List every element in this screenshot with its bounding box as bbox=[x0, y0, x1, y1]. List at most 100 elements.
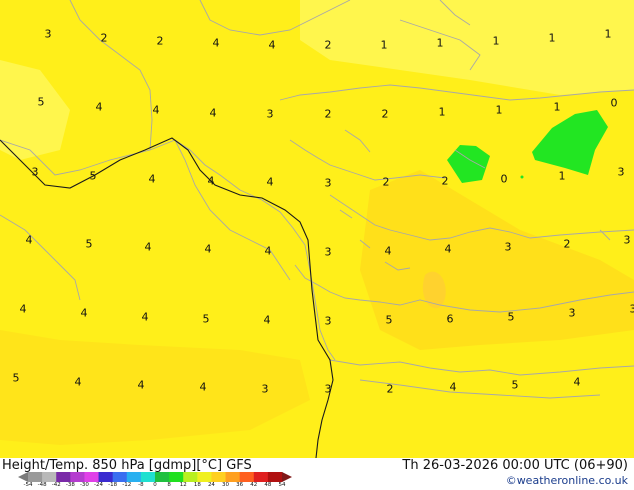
map-value-label: 6 bbox=[446, 312, 454, 326]
valid-time: Th 26-03-2026 00:00 UTC (06+90) bbox=[402, 458, 628, 473]
scale-tick-label: 30 bbox=[222, 482, 230, 488]
color-scale: -54 -48 -42 -38 -30 -24 -18 -12 -8 0 8 12 18 24 30 36 42… bbox=[18, 472, 292, 490]
map-value-label: 2 bbox=[382, 175, 390, 189]
scale-swatch bbox=[225, 472, 241, 482]
map-value-label: 3 bbox=[266, 107, 274, 121]
green-dot bbox=[520, 175, 524, 179]
map-value-label: 3 bbox=[617, 165, 625, 179]
scale-arrow-left bbox=[18, 472, 28, 482]
map-layers bbox=[0, 0, 634, 458]
scale-tick-label: -24 bbox=[94, 482, 104, 488]
scale-tick-label: -48 bbox=[37, 482, 47, 488]
scale-swatch bbox=[112, 472, 128, 482]
scale-swatch bbox=[239, 472, 255, 482]
map-value-label: 1 bbox=[438, 105, 446, 119]
map-value-label: 1 bbox=[380, 38, 388, 52]
field-light-west bbox=[0, 60, 70, 160]
scale-arrow-right bbox=[282, 472, 292, 482]
scale-tick-label: 8 bbox=[167, 482, 171, 488]
map-value-label: 4 bbox=[80, 306, 88, 320]
map-value-label: 4 bbox=[95, 100, 103, 114]
map-value-label: 1 bbox=[604, 27, 612, 41]
scale-swatch bbox=[28, 472, 43, 482]
map-value-label: 0 bbox=[610, 96, 618, 110]
map-value-label: 3 bbox=[629, 302, 634, 316]
map-value-label: 5 bbox=[507, 310, 515, 324]
map-value-label: 4 bbox=[148, 172, 156, 186]
scale-swatch bbox=[197, 472, 212, 482]
scale-swatch bbox=[98, 472, 114, 482]
map-value-label: 4 bbox=[449, 380, 457, 394]
map-value-label: 3 bbox=[44, 27, 52, 41]
map-value-label: 3 bbox=[568, 306, 576, 320]
scale-swatch bbox=[126, 472, 142, 482]
map-value-label: 2 bbox=[563, 237, 571, 251]
map-value-label: 3 bbox=[623, 233, 631, 247]
credit-link[interactable]: ©weatheronline.co.uk bbox=[506, 474, 628, 487]
scale-tick-label: 48 bbox=[264, 482, 272, 488]
scale-tick-label: 54 bbox=[278, 482, 286, 488]
map-value-label: 3 bbox=[324, 245, 332, 259]
map-value-label: 4 bbox=[137, 378, 145, 392]
scale-tick-label: 42 bbox=[250, 482, 258, 488]
scale-tick-label: -12 bbox=[122, 482, 132, 488]
map-value-label: 4 bbox=[268, 38, 276, 52]
map-value-label: 1 bbox=[553, 100, 561, 114]
map-value-label: 2 bbox=[100, 31, 108, 45]
map-value-label: 5 bbox=[385, 313, 393, 327]
scale-tick-label: 18 bbox=[193, 482, 201, 488]
map-value-label: 1 bbox=[436, 36, 444, 50]
scale-tick-label: -8 bbox=[138, 482, 144, 488]
map-value-label: 2 bbox=[324, 38, 332, 52]
map-value-label: 5 bbox=[89, 169, 97, 183]
map-value-label: 2 bbox=[386, 382, 394, 396]
map-value-label: 4 bbox=[207, 174, 215, 188]
weather-map: 3 2 2 4 4 2 1 1 1 1 1 5 4 4 4 3 2 2 1 1 1 0 3 5 4 4 4 3 2 2 0 1 3 4 5 4 4 4 3 4… bbox=[0, 0, 634, 458]
map-value-label: 3 bbox=[504, 240, 512, 254]
map-value-label: 3 bbox=[324, 314, 332, 328]
scale-tick-label: 24 bbox=[207, 482, 215, 488]
map-value-label: 5 bbox=[511, 378, 519, 392]
green-patch-east bbox=[532, 110, 608, 175]
map-value-label: 2 bbox=[381, 107, 389, 121]
scale-tick-label: 12 bbox=[179, 482, 187, 488]
map-value-label: 4 bbox=[266, 175, 274, 189]
scale-tick-label: -38 bbox=[65, 482, 75, 488]
map-value-label: 3 bbox=[261, 382, 269, 396]
map-value-label: 1 bbox=[492, 34, 500, 48]
map-value-label: 3 bbox=[31, 165, 39, 179]
scale-swatch bbox=[140, 472, 156, 482]
map-value-label: 3 bbox=[324, 176, 332, 190]
scale-swatch bbox=[267, 472, 283, 482]
field-light-north bbox=[300, 0, 634, 95]
map-value-label: 1 bbox=[548, 31, 556, 45]
scale-swatch bbox=[253, 472, 269, 482]
color-scale-bar bbox=[18, 472, 292, 482]
map-value-label: 5 bbox=[12, 371, 20, 385]
color-scale-ticks: -54 -48 -42 -38 -30 -24 -18 -12 -8 0 8 12 18 24 30 36 42… bbox=[18, 482, 292, 490]
map-value-label: 4 bbox=[573, 375, 581, 389]
map-value-label: 0 bbox=[500, 172, 508, 186]
map-value-label: 4 bbox=[199, 380, 207, 394]
map-value-label: 5 bbox=[85, 237, 93, 251]
scale-swatch bbox=[56, 472, 71, 482]
scale-tick-label: -54 bbox=[23, 482, 33, 488]
scale-tick-label: 36 bbox=[236, 482, 244, 488]
map-value-label: 2 bbox=[156, 34, 164, 48]
map-value-label: 2 bbox=[441, 174, 449, 188]
field-dark-south bbox=[360, 170, 634, 350]
map-value-label: 2 bbox=[324, 107, 332, 121]
scale-tick-label: -30 bbox=[79, 482, 89, 488]
map-value-label: 4 bbox=[19, 302, 27, 316]
scale-swatch bbox=[42, 472, 57, 482]
scale-swatch bbox=[155, 472, 170, 482]
map-value-label: 3 bbox=[324, 382, 332, 396]
scale-tick-label: 0 bbox=[153, 482, 157, 488]
scale-swatch bbox=[183, 472, 198, 482]
scale-tick-label: -42 bbox=[51, 482, 61, 488]
green-patch-west bbox=[447, 145, 490, 183]
scale-swatch bbox=[169, 472, 184, 482]
map-value-label: 4 bbox=[212, 36, 220, 50]
map-value-label: 4 bbox=[204, 242, 212, 256]
map-value-label: 5 bbox=[202, 312, 210, 326]
